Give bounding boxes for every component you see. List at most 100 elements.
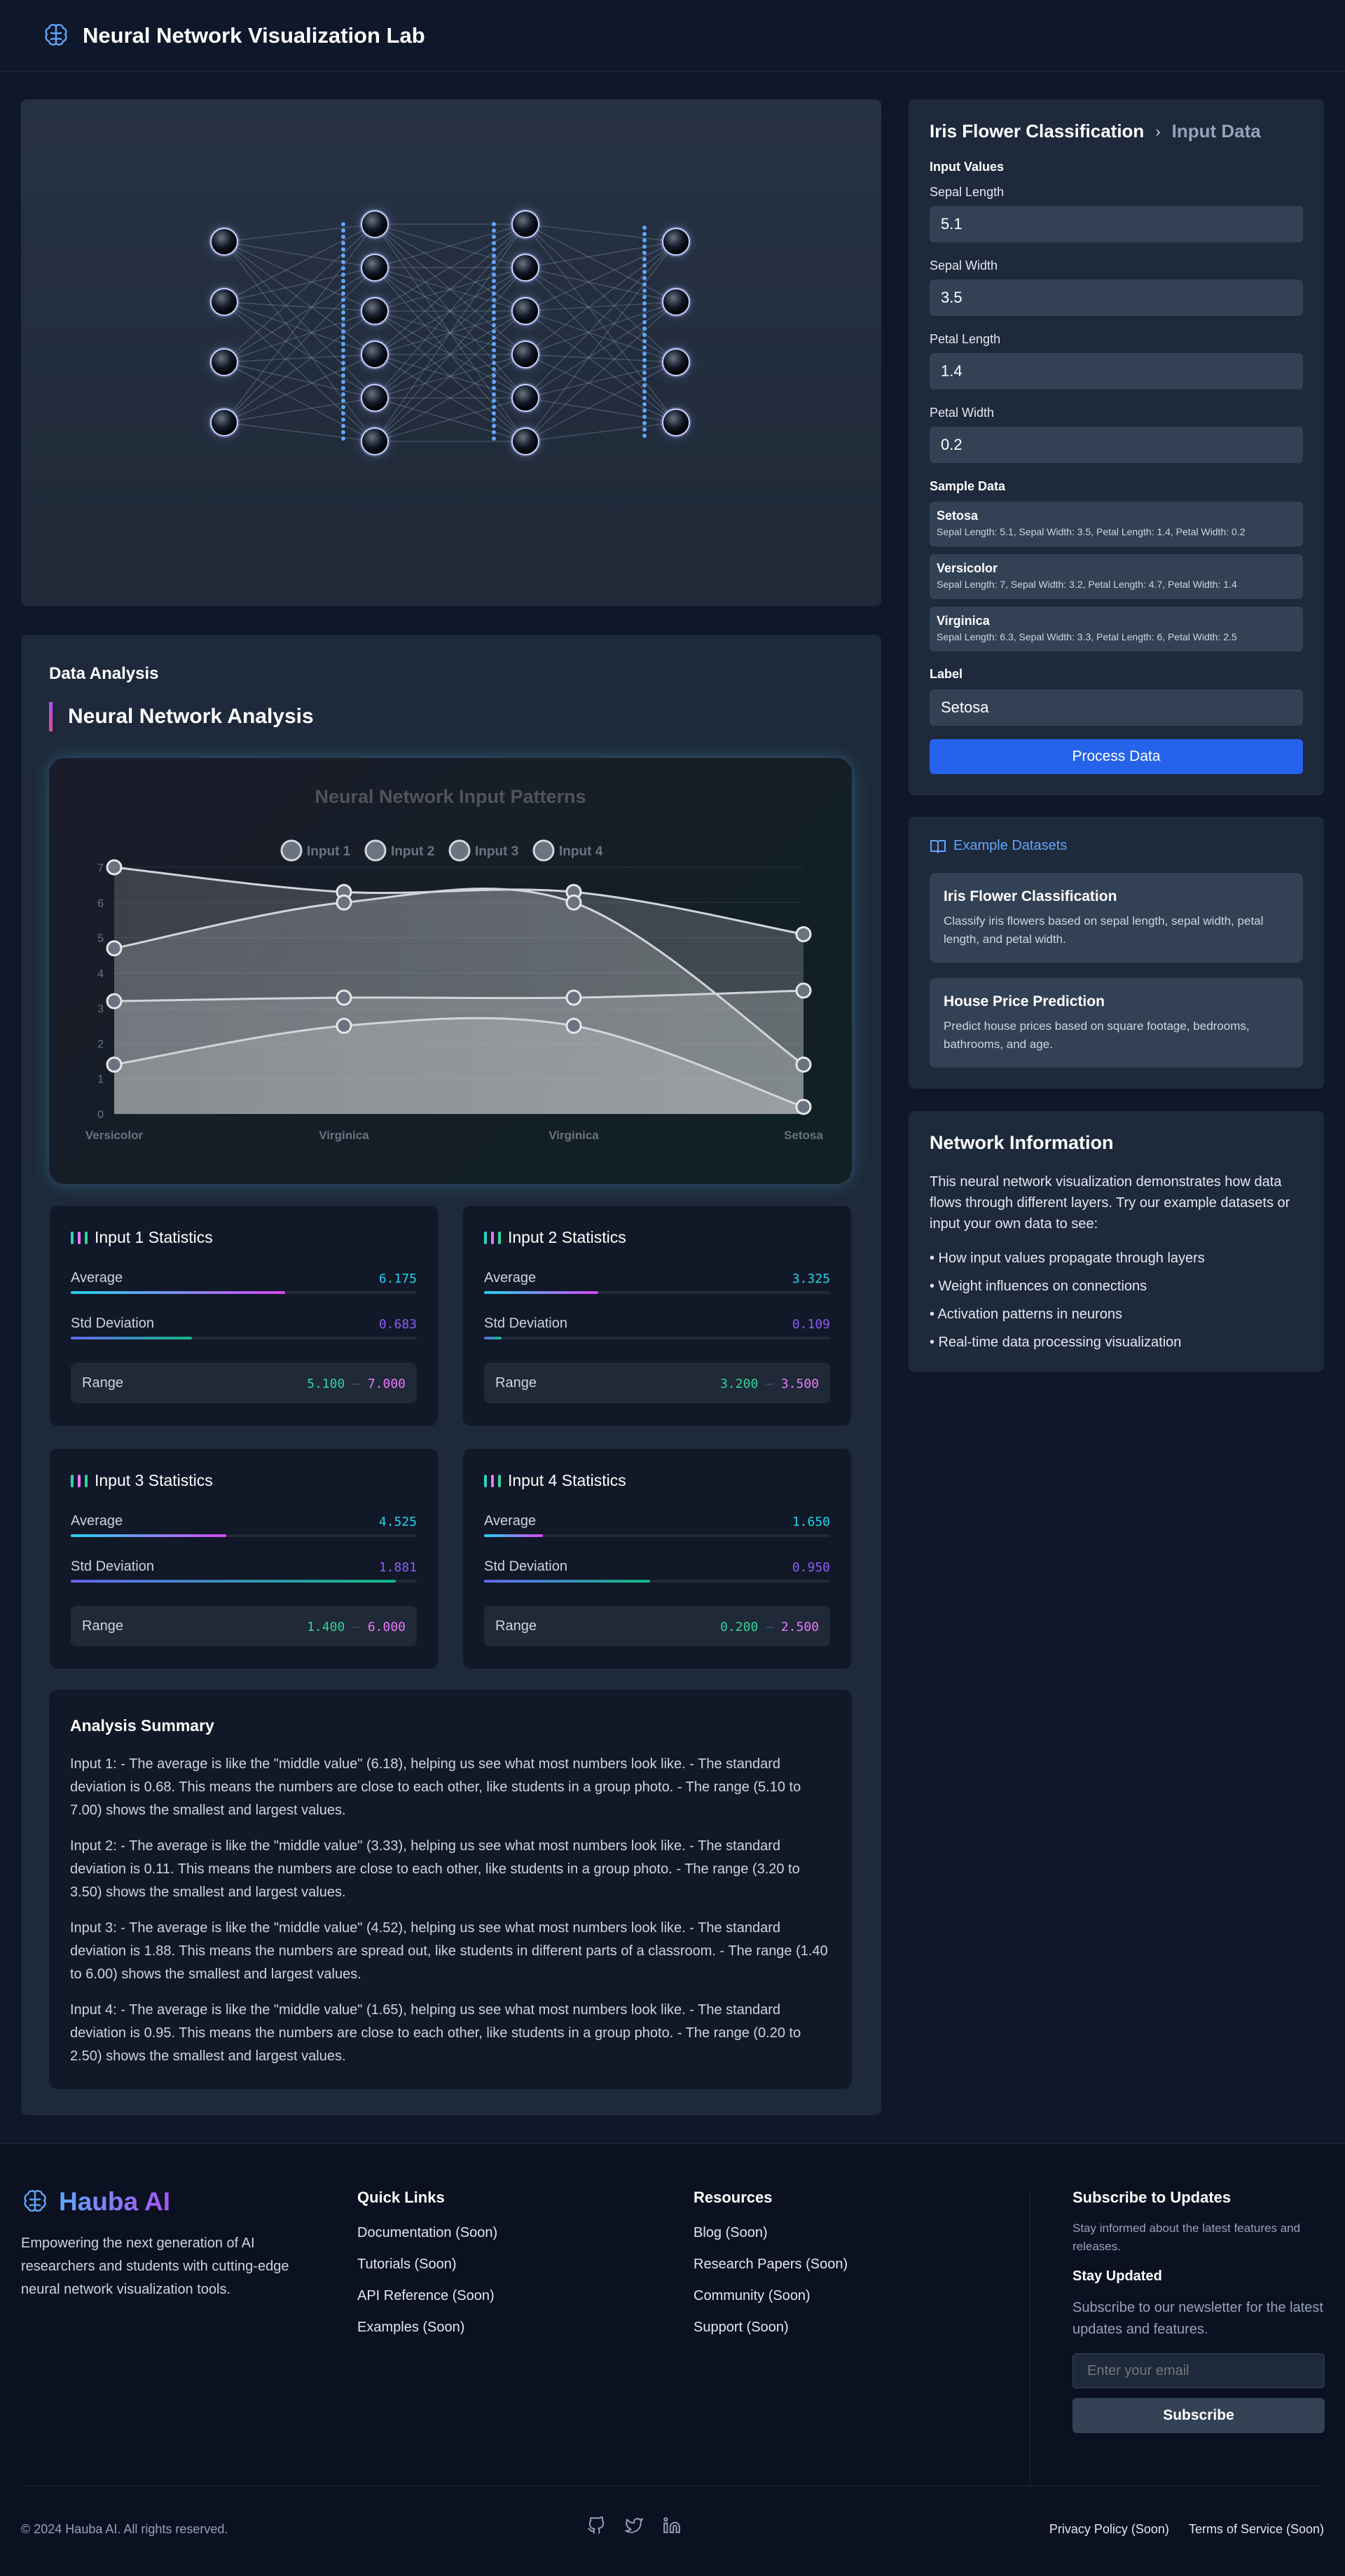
linkedin-icon[interactable]	[663, 2516, 681, 2535]
std-value: 0.109	[792, 1317, 830, 1332]
input-data-panel: Iris Flower Classification › Input Data …	[909, 99, 1324, 795]
legend-marker[interactable]	[364, 839, 387, 862]
resources: Resources Blog (Soon) Research Papers (S…	[694, 2189, 848, 2351]
data-point[interactable]	[106, 993, 123, 1010]
signal-dot	[341, 392, 345, 397]
sepal-length-input[interactable]: 5.1	[930, 206, 1303, 242]
label-input[interactable]: Setosa	[930, 689, 1303, 726]
subscribe-button[interactable]: Subscribe	[1072, 2398, 1325, 2433]
range-label: Range	[495, 1375, 537, 1391]
list-item: • Weight influences on connections	[930, 1279, 1147, 1294]
neuron-node[interactable]	[511, 210, 539, 238]
neuron-node[interactable]	[361, 254, 389, 282]
link-community[interactable]: Community (Soon)	[694, 2288, 848, 2320]
legend-label[interactable]: Input 1	[307, 844, 351, 859]
footer: Hauba AI Empowering the next generation …	[0, 2143, 1345, 2576]
neuron-node[interactable]	[361, 384, 389, 412]
neuron-node[interactable]	[361, 340, 389, 369]
legend-marker[interactable]	[280, 839, 303, 862]
data-point[interactable]	[106, 1056, 123, 1073]
std-row: Std Deviation 0.683	[71, 1316, 417, 1344]
footer-logo[interactable]: Hauba AI	[21, 2187, 329, 2217]
example-house-price[interactable]: House Price Prediction Predict house pri…	[930, 978, 1303, 1068]
neuron-node[interactable]	[361, 210, 389, 238]
data-point[interactable]	[795, 982, 812, 999]
signal-dot	[642, 270, 647, 274]
header-brand[interactable]: Neural Network Visualization Lab	[42, 22, 425, 50]
neuron-node[interactable]	[662, 348, 690, 376]
example-iris[interactable]: Iris Flower Classification Classify iris…	[930, 873, 1303, 963]
neuron-node[interactable]	[361, 297, 389, 325]
neuron-node[interactable]	[511, 427, 539, 455]
neuron-node[interactable]	[210, 348, 238, 376]
data-point[interactable]	[795, 1098, 812, 1115]
connection-line	[525, 301, 677, 399]
sample-setosa[interactable]: Setosa Sepal Length: 5.1, Sepal Width: 3…	[930, 502, 1303, 546]
link-blog[interactable]: Blog (Soon)	[694, 2225, 848, 2257]
privacy-policy-link[interactable]: Privacy Policy (Soon)	[1049, 2522, 1169, 2537]
legend-label[interactable]: Input 2	[391, 844, 434, 859]
range-label: Range	[82, 1618, 123, 1634]
neuron-node[interactable]	[210, 228, 238, 256]
twitter-icon[interactable]	[625, 2516, 643, 2535]
legend-marker[interactable]	[448, 839, 471, 862]
data-point[interactable]	[565, 894, 582, 911]
data-point[interactable]	[795, 926, 812, 943]
network-info-list: • How input values propagate through lay…	[930, 1244, 1205, 1356]
github-icon[interactable]	[587, 2516, 605, 2535]
process-data-button[interactable]: Process Data	[930, 739, 1303, 774]
footer-tagline: Empowering the next generation of AI res…	[21, 2236, 289, 2297]
signal-dot	[642, 358, 647, 362]
neuron-node[interactable]	[511, 254, 539, 282]
neuron-node[interactable]	[662, 228, 690, 256]
stat-card-title: Input 4 Statistics	[508, 1471, 626, 1489]
network-visualization-panel	[21, 99, 881, 606]
link-tutorials[interactable]: Tutorials (Soon)	[357, 2257, 497, 2288]
range-separator: —	[352, 1620, 360, 1634]
terms-of-service-link[interactable]: Terms of Service (Soon)	[1189, 2522, 1324, 2537]
data-point[interactable]	[336, 989, 352, 1006]
neuron-node[interactable]	[511, 340, 539, 369]
neuron-node[interactable]	[511, 384, 539, 412]
social-links	[587, 2516, 681, 2535]
data-point[interactable]	[106, 940, 123, 957]
data-point[interactable]	[565, 1017, 582, 1034]
sample-desc: Sepal Length: 6.3, Sepal Width: 3.3, Pet…	[937, 631, 1237, 642]
link-documentation[interactable]: Documentation (Soon)	[357, 2225, 497, 2257]
average-label: Average	[71, 1513, 123, 1529]
resources-title: Resources	[694, 2189, 773, 2206]
brain-icon	[45, 23, 67, 46]
neuron-node[interactable]	[210, 408, 238, 436]
petal-width-input[interactable]: 0.2	[930, 427, 1303, 463]
breadcrumb-dataset[interactable]: Iris Flower Classification	[930, 120, 1144, 142]
legend-label[interactable]: Input 3	[475, 844, 518, 859]
petal-length-input[interactable]: 1.4	[930, 353, 1303, 390]
link-api-reference[interactable]: API Reference (Soon)	[357, 2288, 497, 2320]
neuron-node[interactable]	[511, 297, 539, 325]
signal-dot	[642, 314, 647, 318]
data-point[interactable]	[795, 1056, 812, 1073]
link-examples[interactable]: Examples (Soon)	[357, 2320, 497, 2351]
std-row: Std Deviation 0.109	[484, 1316, 830, 1344]
neuron-node[interactable]	[662, 408, 690, 436]
link-research-papers[interactable]: Research Papers (Soon)	[694, 2257, 848, 2288]
sepal-width-input[interactable]: 3.5	[930, 280, 1303, 316]
example-datasets-header: Example Datasets	[930, 838, 1067, 854]
legend-marker[interactable]	[532, 839, 555, 862]
average-row: Average 6.175	[71, 1270, 417, 1298]
signal-dot	[642, 339, 647, 343]
data-point[interactable]	[336, 1017, 352, 1034]
email-input[interactable]	[1072, 2353, 1325, 2388]
data-point[interactable]	[336, 894, 352, 911]
neuron-node[interactable]	[662, 288, 690, 316]
sample-versicolor[interactable]: Versicolor Sepal Length: 7, Sepal Width:…	[930, 554, 1303, 599]
quick-links-title: Quick Links	[357, 2189, 445, 2206]
link-support[interactable]: Support (Soon)	[694, 2320, 848, 2351]
data-point[interactable]	[106, 859, 123, 876]
neuron-node[interactable]	[361, 427, 389, 455]
neuron-node[interactable]	[210, 288, 238, 316]
sample-virginica[interactable]: Virginica Sepal Length: 6.3, Sepal Width…	[930, 607, 1303, 652]
data-point[interactable]	[565, 989, 582, 1006]
range-separator: —	[766, 1377, 773, 1391]
legend-label[interactable]: Input 4	[559, 844, 603, 859]
